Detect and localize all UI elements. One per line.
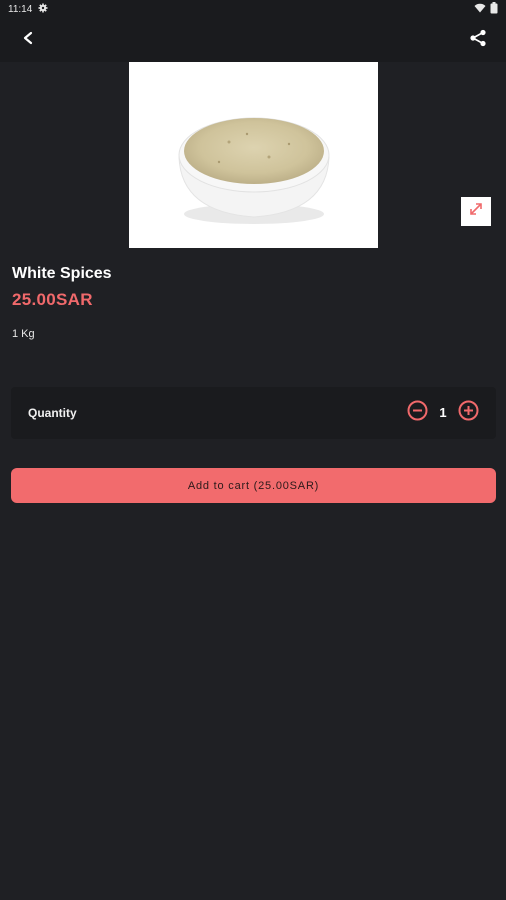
quantity-value: 1 [439, 405, 447, 420]
app-bar [0, 18, 506, 62]
add-to-cart-button[interactable]: Add to cart (25.00SAR) [11, 468, 496, 503]
settings-icon [38, 3, 48, 16]
status-time: 11:14 [8, 3, 33, 15]
product-name: White Spices [12, 265, 112, 282]
expand-image-button[interactable] [461, 197, 491, 226]
minus-icon [407, 400, 428, 426]
wifi-icon [474, 3, 486, 16]
quantity-label: Quantity [28, 406, 77, 420]
battery-icon [490, 1, 498, 17]
product-price: 25.00SAR [12, 290, 93, 309]
decrease-quantity-button[interactable] [407, 400, 428, 426]
share-button[interactable] [464, 28, 492, 52]
share-icon [469, 29, 487, 52]
increase-quantity-button[interactable] [458, 400, 479, 426]
plus-icon [458, 400, 479, 426]
product-unit: 1 Kg [12, 328, 35, 340]
quantity-stepper: 1 [407, 400, 479, 426]
expand-icon [469, 202, 483, 221]
back-button[interactable] [14, 28, 42, 52]
quantity-card: Quantity 1 [11, 387, 496, 439]
back-arrow-icon [22, 31, 34, 50]
product-image [129, 62, 378, 248]
status-bar: 11:14 [0, 0, 506, 18]
